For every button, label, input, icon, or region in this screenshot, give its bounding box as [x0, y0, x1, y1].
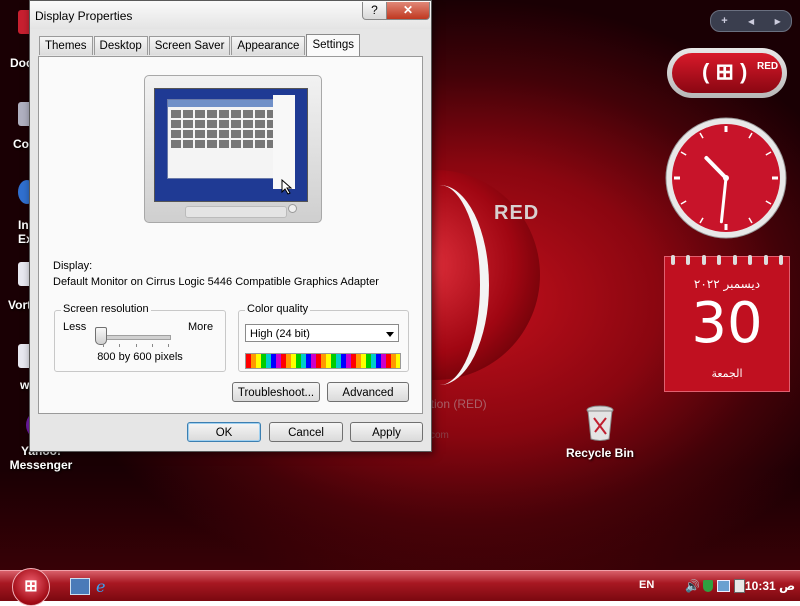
advanced-button[interactable]: Advanced	[327, 382, 409, 402]
desktop-icon-label[interactable]: Vort	[8, 298, 31, 312]
battery-icon[interactable]	[733, 579, 745, 593]
yahoo-label-2: Messenger	[9, 458, 73, 472]
settings-panel: Display: Default Monitor on Cirrus Logic…	[38, 56, 423, 414]
network-icon[interactable]	[716, 580, 730, 592]
recycle-bin-icon	[585, 404, 615, 442]
monitor-screen	[154, 88, 308, 202]
desktop-icon-label[interactable]: In	[18, 218, 29, 232]
language-indicator[interactable]: EN	[639, 579, 654, 591]
add-gadget-button[interactable]: +	[721, 15, 727, 27]
chevron-down-icon[interactable]	[386, 332, 394, 337]
tab-strip: Themes Desktop Screen Saver Appearance S…	[39, 34, 361, 56]
display-properties-dialog: Display Properties ? ✕ Themes Desktop Sc…	[29, 0, 432, 452]
display-value: Default Monitor on Cirrus Logic 5446 Com…	[53, 276, 379, 288]
internet-explorer-quicklaunch-icon[interactable]: e	[94, 577, 112, 596]
apply-button[interactable]: Apply	[350, 422, 423, 442]
color-quality-label: Color quality	[245, 303, 311, 315]
color-quality-group: Color quality High (24 bit)	[238, 303, 409, 372]
title-bar[interactable]: Display Properties ? ✕	[30, 1, 431, 29]
taskbar-clock[interactable]: 10:31 ص	[745, 579, 795, 593]
resolution-value: 800 by 600 pixels	[97, 351, 183, 363]
windows-logo-icon: ( ⊞ )	[702, 59, 748, 84]
calendar-gadget[interactable]: ديسمبر ٢٠٢٢ 30 الجمعة	[664, 255, 790, 392]
tab-appearance[interactable]: Appearance	[231, 36, 306, 55]
resolution-slider-track[interactable]	[99, 335, 171, 340]
brand-text: RED	[757, 61, 779, 72]
screen-resolution-group: Screen resolution Less More 800 by 600 p…	[54, 303, 226, 372]
tab-themes[interactable]: Themes	[39, 36, 93, 55]
troubleshoot-button[interactable]: Troubleshoot...	[232, 382, 320, 402]
screen-resolution-label: Screen resolution	[61, 303, 151, 315]
desktop-icon-label[interactable]: Co	[13, 137, 29, 151]
tab-settings[interactable]: Settings	[306, 34, 361, 56]
cancel-button[interactable]: Cancel	[269, 422, 343, 442]
desktop-icon-label[interactable]: w	[20, 378, 29, 392]
recycle-bin-shortcut[interactable]: Recycle Bin	[560, 404, 640, 460]
start-button[interactable]: ⊞	[12, 568, 50, 606]
color-spectrum-bar	[245, 353, 401, 369]
brand-gadget[interactable]: ( ⊞ ) RED	[667, 48, 787, 98]
color-quality-value: High (24 bit)	[250, 328, 310, 340]
show-desktop-icon[interactable]	[70, 578, 90, 595]
clock-ampm: ص	[779, 579, 796, 593]
svg-text:e: e	[96, 578, 105, 594]
color-quality-select[interactable]: High (24 bit)	[245, 324, 399, 342]
recycle-bin-label: Recycle Bin	[565, 446, 635, 460]
resolution-slider-thumb[interactable]	[95, 327, 107, 345]
calendar-day: 30	[691, 291, 763, 356]
calendar-month: ديسمبر ٢٠٢٢	[693, 277, 761, 291]
taskbar: ⊞ e EN 🔊 10:31 ص	[0, 568, 800, 606]
dialog-title: Display Properties	[35, 9, 133, 23]
clock-gadget[interactable]	[664, 116, 788, 240]
security-shield-icon[interactable]	[702, 580, 713, 592]
close-button[interactable]: ✕	[386, 2, 430, 20]
monitor-preview	[144, 75, 322, 223]
resolution-more-label: More	[188, 321, 214, 333]
calendar-weekday: الجمعة	[711, 367, 743, 380]
display-label: Display:	[53, 260, 93, 272]
resolution-less-label: Less	[63, 321, 87, 333]
help-button[interactable]: ?	[362, 2, 387, 20]
cursor-icon	[281, 179, 293, 195]
clock-time: 10:31	[745, 579, 776, 593]
ok-button[interactable]: OK	[187, 422, 261, 442]
next-gadget-button[interactable]: ▶	[775, 17, 781, 26]
wallpaper-url-text: com	[430, 430, 449, 441]
tab-screen-saver[interactable]: Screen Saver	[148, 36, 231, 55]
tab-desktop[interactable]: Desktop	[93, 36, 148, 55]
power-led-icon	[288, 204, 297, 213]
volume-icon[interactable]: 🔊	[685, 579, 700, 593]
previous-gadget-button[interactable]: ◀	[748, 17, 754, 26]
sidebar-controls: + ◀ ▶	[710, 10, 792, 32]
system-tray: 🔊	[685, 571, 745, 601]
wallpaper-red-text: RED	[494, 202, 540, 224]
